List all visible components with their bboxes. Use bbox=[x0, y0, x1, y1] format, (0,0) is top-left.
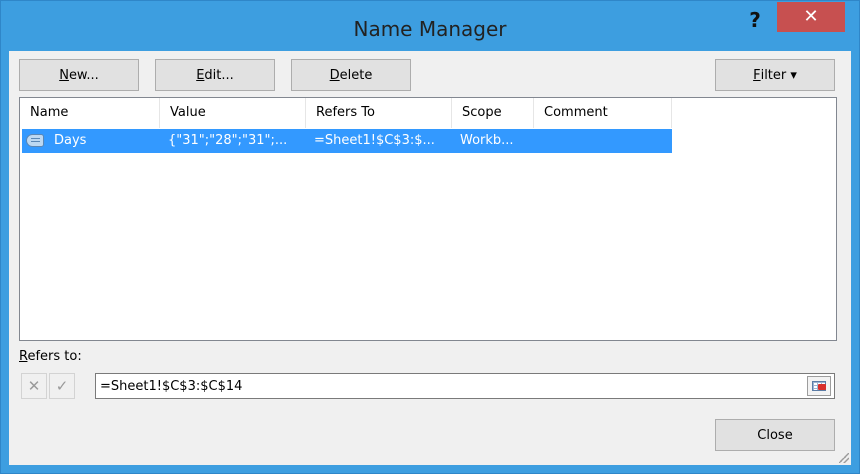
close-window-button[interactable]: ✕ bbox=[777, 2, 845, 32]
column-header-scope[interactable]: Scope bbox=[452, 98, 534, 128]
refers-to-input[interactable] bbox=[95, 373, 835, 399]
new-button[interactable]: New... bbox=[19, 59, 139, 91]
names-list[interactable]: Name Value Refers To Scope Comment Days … bbox=[19, 97, 837, 341]
edit-button[interactable]: Edit... bbox=[155, 59, 275, 91]
delete-accel: D bbox=[329, 67, 340, 83]
confirm-edit-button[interactable]: ✓ bbox=[49, 373, 75, 399]
filter-label: ilter ▾ bbox=[760, 67, 797, 83]
defined-name-icon bbox=[26, 134, 44, 147]
row-comment bbox=[534, 129, 672, 153]
refers-to-label: Refers to: bbox=[19, 349, 82, 364]
window-title: Name Manager bbox=[353, 17, 507, 41]
row-value: {"31";"28";"31";... bbox=[168, 133, 288, 148]
row-name: Days bbox=[54, 133, 87, 148]
row-scope: Workb... bbox=[460, 133, 514, 148]
cancel-edit-button[interactable]: ✕ bbox=[21, 373, 47, 399]
column-header-name[interactable]: Name bbox=[20, 98, 160, 128]
new-accel: N bbox=[59, 67, 69, 83]
delete-button[interactable]: Delete bbox=[291, 59, 411, 91]
row-refers-to: =Sheet1!$C$3:$... bbox=[314, 133, 435, 148]
name-manager-window: Name Manager ? ✕ New... Edit... Delete F… bbox=[0, 0, 860, 474]
title-bar[interactable]: Name Manager ? ✕ bbox=[1, 1, 859, 51]
delete-label: elete bbox=[339, 67, 373, 83]
column-header-comment[interactable]: Comment bbox=[534, 98, 672, 128]
new-label: ew... bbox=[68, 67, 99, 83]
filter-button[interactable]: Filter ▾ bbox=[715, 59, 835, 91]
column-header-value[interactable]: Value bbox=[160, 98, 306, 128]
close-button[interactable]: Close bbox=[715, 419, 835, 451]
resize-grip-icon[interactable] bbox=[839, 453, 849, 463]
collapse-dialog-button[interactable] bbox=[807, 376, 831, 396]
table-row[interactable]: Days {"31";"28";"31";... =Sheet1!$C$3:$.… bbox=[22, 129, 672, 153]
refers-to-label-text: efers to: bbox=[27, 349, 82, 364]
list-header: Name Value Refers To Scope Comment bbox=[20, 98, 836, 128]
help-button[interactable]: ? bbox=[743, 7, 767, 33]
filter-accel: F bbox=[753, 67, 761, 83]
range-select-marker-icon bbox=[818, 384, 826, 390]
edit-label: dit... bbox=[204, 67, 234, 83]
dialog-body: New... Edit... Delete Filter ▾ Name Valu… bbox=[9, 51, 851, 465]
edit-accel: E bbox=[196, 67, 205, 83]
column-header-refers-to[interactable]: Refers To bbox=[306, 98, 452, 128]
